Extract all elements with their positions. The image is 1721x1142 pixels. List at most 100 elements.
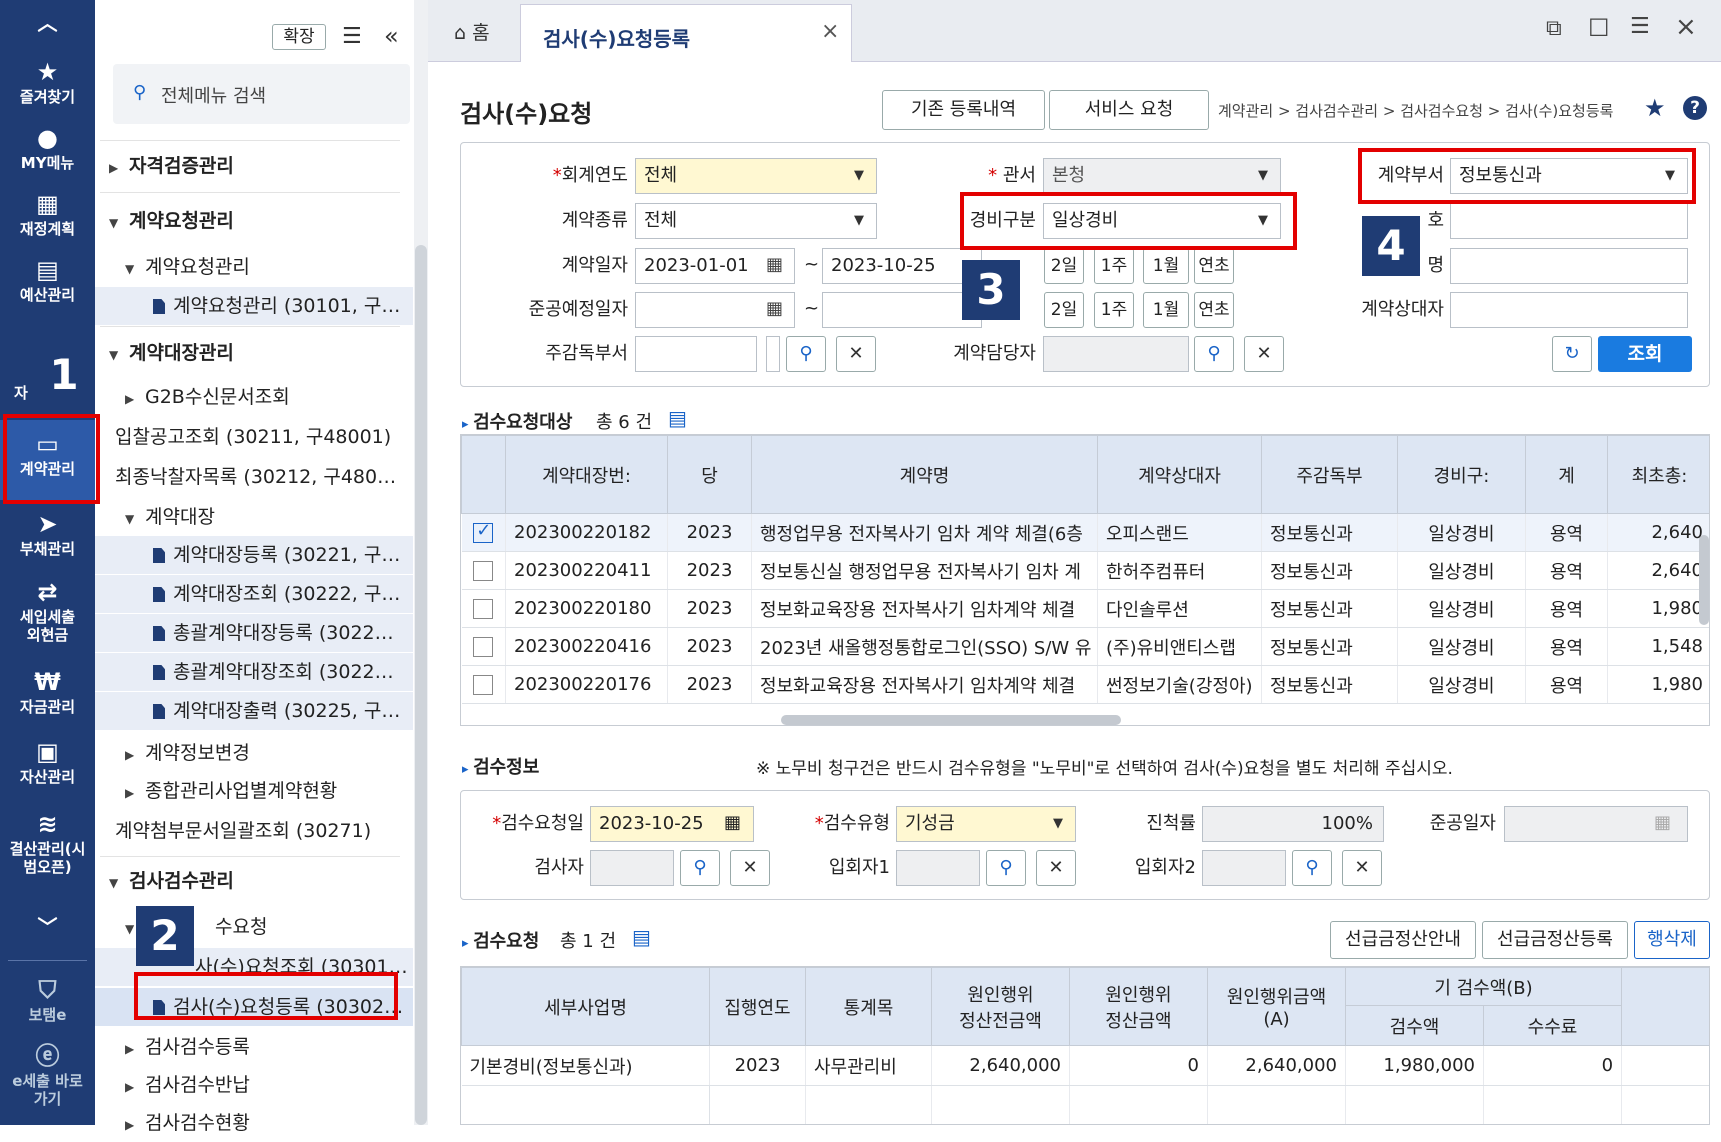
witness1-clear-button[interactable]: ✕ <box>1036 850 1076 886</box>
tree-final-winner[interactable]: 최종낙찰자목록 (30212, 구480… <box>95 458 413 496</box>
menu-search-input[interactable]: 전체메뉴 검색 <box>161 82 266 108</box>
col-expense[interactable]: 경비구: <box>1397 435 1526 514</box>
row-checkbox[interactable] <box>473 561 494 581</box>
type-select[interactable]: 기성금 <box>896 806 1076 842</box>
col-type[interactable]: 계 <box>1525 435 1608 514</box>
rail-finance-plan[interactable]: ▦ 재정계획 <box>0 190 95 238</box>
row-checkbox[interactable] <box>473 599 494 619</box>
menu-icon[interactable]: ☰ <box>1630 14 1650 39</box>
tree-qualification[interactable]: ▶ 자격검증관리 <box>95 147 413 185</box>
inspector-input[interactable] <box>590 850 674 886</box>
rail-settlement[interactable]: ≋ 결산관리(시범오픈) <box>0 810 95 876</box>
witness2-clear-button[interactable]: ✕ <box>1342 850 1382 886</box>
menu-search[interactable]: ⚲ 전체메뉴 검색 <box>113 64 410 124</box>
tree-inspection-register[interactable]: ▶ 검사검수등록 <box>95 1028 413 1066</box>
expand-button[interactable]: 확장 <box>272 24 326 50</box>
favorite-star-icon[interactable]: ★ <box>1644 94 1666 122</box>
col-item[interactable]: 통계목 <box>805 967 932 1046</box>
rail-asset[interactable]: ▣ 자산관리 <box>0 738 95 786</box>
calendar-icon[interactable]: ▦ <box>766 298 783 319</box>
tree-inspection-status[interactable]: ▶ 검사검수현황 <box>95 1104 413 1142</box>
supervisor-dept-input[interactable] <box>635 336 757 372</box>
scroll-up-icon[interactable]: ︿ <box>0 13 95 33</box>
search-button[interactable]: 조회 <box>1598 336 1692 372</box>
col-amount[interactable]: 최초총: <box>1607 435 1709 514</box>
delete-row-button[interactable]: 행삭제 <box>1634 921 1710 959</box>
row-checkbox[interactable] <box>473 637 494 657</box>
supervisor-dept-code[interactable] <box>766 336 780 372</box>
tab-home[interactable]: ⌂ 홈 <box>454 18 490 45</box>
col-pre-amount[interactable]: 원인행위 정산전금액 <box>931 967 1070 1046</box>
row-checkbox[interactable] <box>473 675 494 695</box>
tree-contract-request[interactable]: ▼ 계약요청관리 <box>95 202 413 240</box>
rail-debt[interactable]: ➤ 부채관리 <box>0 510 95 558</box>
quick-2days[interactable]: 2일 <box>1044 292 1084 328</box>
inspector-clear-button[interactable]: ✕ <box>730 850 770 886</box>
calendar-icon[interactable]: ▦ <box>724 812 741 833</box>
col-post-amount[interactable]: 원인행위 정산금액 <box>1069 967 1208 1046</box>
quick-1month[interactable]: 1월 <box>1143 292 1189 328</box>
tab-active[interactable]: 검사(수)요청등록 × <box>520 4 852 62</box>
calendar-icon[interactable]: ▦ <box>1654 812 1671 833</box>
col-prev-inspected[interactable]: 기 검수액(B) <box>1344 967 1623 1006</box>
partner-input[interactable] <box>1450 292 1688 328</box>
table-row[interactable]: 202300220176 2023 정보화교육장용 전자복사기 임차계약 체결 썬정보… <box>461 665 1709 704</box>
quick-1week[interactable]: 1주 <box>1094 248 1134 284</box>
contract-name-input[interactable] <box>1450 248 1688 284</box>
excel-icon[interactable]: ▤ <box>668 406 687 430</box>
collapse-icon[interactable]: « <box>384 22 399 50</box>
fiscal-year-select[interactable]: 전체 <box>635 158 877 194</box>
maximize-icon[interactable]: ☐ <box>1588 14 1610 42</box>
quick-year-start[interactable]: 연초 <box>1194 292 1234 328</box>
restore-icon[interactable]: ⧉ <box>1546 16 1562 41</box>
table-row[interactable]: 202300220180 2023 정보화교육장용 전자복사기 임차계약 체결 다인솔… <box>461 589 1709 628</box>
tree-g2b[interactable]: ▶ G2B수신문서조회 <box>95 378 413 416</box>
witness2-input[interactable] <box>1202 850 1286 886</box>
tree-bid-notice[interactable]: 입찰공고조회 (30211, 구48001) <box>95 418 413 456</box>
advance-register-button[interactable]: 선급금정산등록 <box>1482 921 1628 959</box>
col-partner[interactable]: 계약상대자 <box>1097 435 1262 514</box>
inspector-search-button[interactable]: ⚲ <box>680 850 720 886</box>
contract-type-select[interactable]: 전체 <box>635 203 877 239</box>
witness1-input[interactable] <box>896 850 980 886</box>
rail-my-menu[interactable]: ● MY메뉴 <box>0 124 95 172</box>
col-contract-name[interactable]: 계약명 <box>751 435 1098 514</box>
col-check[interactable] <box>461 435 506 514</box>
tree-business-status[interactable]: ▶ 종합관리사업별계약현황 <box>95 772 413 810</box>
tree-inspection-return[interactable]: ▶ 검사검수반납 <box>95 1066 413 1104</box>
tree-inspection[interactable]: ▼ 검사검수관리 <box>95 862 413 900</box>
manager-input[interactable] <box>1043 336 1189 372</box>
progress-input[interactable]: 100% <box>1202 806 1384 842</box>
date-to-input[interactable]: 2023-10-25 <box>822 248 982 284</box>
col-prev-amount[interactable]: 검수액 <box>1345 1005 1484 1046</box>
completion-to-input[interactable] <box>822 292 982 328</box>
service-request-button[interactable]: 서비스 요청 <box>1049 90 1209 130</box>
table-row[interactable]: 202300220416 2023 2023년 새올행정통합로그인(SSO) S/W… <box>461 627 1709 666</box>
reset-button[interactable]: ↻ <box>1552 336 1592 372</box>
row-checkbox[interactable] <box>473 520 494 543</box>
table-row[interactable]: 202300220411 2023 정보통신실 행정업무용 전자복사기 임차 계 한허… <box>461 551 1709 590</box>
col-biz-name[interactable]: 세부사업명 <box>461 967 710 1046</box>
col-more[interactable] <box>1621 967 1709 1046</box>
quick-1week[interactable]: 1주 <box>1094 292 1134 328</box>
rail-cash[interactable]: ⇄ 세입세출외현금 <box>0 578 95 644</box>
tree-contract-request-sub[interactable]: ▼ 계약요청관리 <box>95 248 413 286</box>
calendar-icon[interactable]: ▦ <box>766 254 783 275</box>
col-prev-fee[interactable]: 수수료 <box>1482 1005 1623 1046</box>
rail-budget[interactable]: ▤ 예산관리 <box>0 256 95 304</box>
office-select[interactable]: 본청 <box>1043 158 1281 194</box>
manager-clear-button[interactable]: ✕ <box>1244 336 1284 372</box>
tree-contract-ledger[interactable]: ▼ 계약대장관리 <box>95 334 413 372</box>
quick-2days[interactable]: 2일 <box>1044 248 1084 284</box>
tree-ledger-print[interactable]: 계약대장출력 (30225, 구… <box>95 692 413 730</box>
col-supervisor[interactable]: 주감독부 <box>1261 435 1398 514</box>
close-icon[interactable]: × <box>1675 12 1697 42</box>
supervisor-search-button[interactable]: ⚲ <box>786 336 826 372</box>
rail-fund[interactable]: ₩ 자금관리 <box>0 668 95 716</box>
witness1-search-button[interactable]: ⚲ <box>986 850 1026 886</box>
tree-ledger-view[interactable]: 계약대장조회 (30222, 구… <box>95 575 413 613</box>
tree-contract-request-page[interactable]: 계약요청관리 (30101, 구… <box>95 287 413 325</box>
table-row[interactable]: 기본경비(정보통신과) 2023 사무관리비 2,640,000 0 2,640… <box>461 1045 1709 1086</box>
advance-info-button[interactable]: 선급금정산안내 <box>1330 921 1476 959</box>
tree-ledger-register[interactable]: 계약대장등록 (30221, 구… <box>95 536 413 574</box>
